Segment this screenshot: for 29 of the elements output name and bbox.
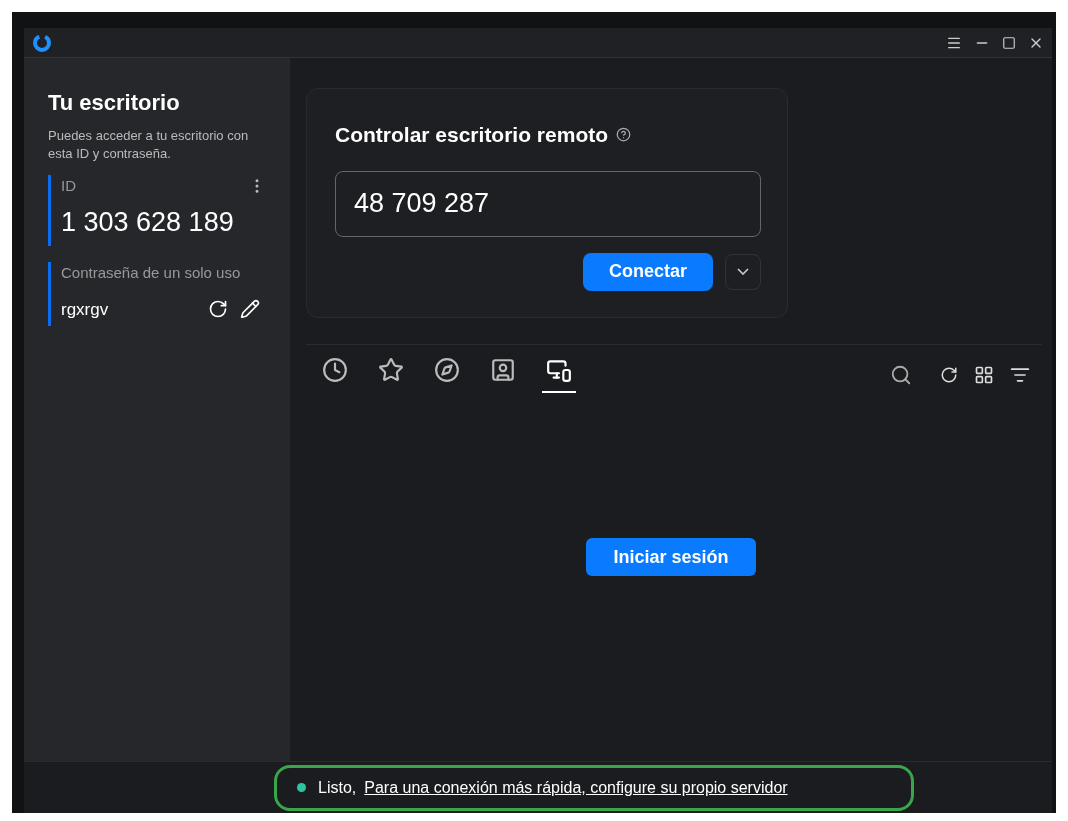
pencil-icon[interactable] <box>240 299 260 320</box>
server-config-link[interactable]: Para una conexión más rápida, configure su propio servidor <box>364 775 788 800</box>
chevron-icon <box>737 268 749 275</box>
devices-icon <box>546 357 572 383</box>
remote-id-field[interactable]: 48 709 287 <box>335 170 761 237</box>
sidebar-title: Tu escritorio <box>48 89 181 117</box>
connect-button[interactable]: Conectar <box>583 252 713 291</box>
dropdown-button[interactable] <box>725 253 761 290</box>
maximize-icon[interactable] <box>1002 35 1016 50</box>
app-logo-icon <box>32 32 52 53</box>
id-value: 1 303 628 189 <box>61 205 235 239</box>
login-button[interactable]: Iniciar sesión <box>586 538 756 576</box>
compass-icon <box>434 357 460 383</box>
password-value: rgxrgv <box>61 298 109 321</box>
search-icon[interactable] <box>890 364 912 386</box>
star-icon <box>378 357 404 383</box>
help-icon[interactable] <box>616 127 632 143</box>
refresh-icon[interactable] <box>940 366 958 384</box>
status-text: Listo, <box>318 777 357 798</box>
sort-icon[interactable] <box>1010 365 1030 385</box>
grid-view-icon[interactable] <box>974 365 994 385</box>
sidebar-description: Puedes acceder a tu escritorio con esta ID y contraseña. <box>48 127 250 163</box>
contact-card-icon <box>490 357 516 383</box>
id-label: ID <box>61 176 76 196</box>
clock-icon <box>322 357 348 383</box>
password-label: Contraseña de un solo uso <box>61 263 242 283</box>
refresh-icon[interactable] <box>208 299 228 320</box>
connect-title: Controlar escritorio remoto <box>335 122 609 148</box>
tab[interactable] <box>542 357 576 393</box>
